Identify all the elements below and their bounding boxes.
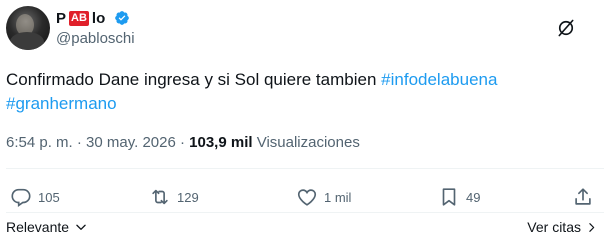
sort-label: Relevante [6, 219, 70, 235]
repost-count: 129 [177, 189, 199, 205]
share-icon [575, 188, 591, 205]
verified-icon [115, 11, 130, 25]
sort-dropdown[interactable]: Relevante [6, 219, 88, 235]
replies-toolbar: Relevante Ver citas [6, 219, 604, 241]
bookmark-button[interactable]: 49 [438, 183, 480, 211]
hashtag-link[interactable]: #infodelabuena [381, 70, 497, 89]
share-button[interactable] [572, 183, 594, 211]
bookmark-icon [442, 188, 456, 206]
divider [6, 212, 604, 213]
views-count: 103,9 mil [189, 134, 253, 151]
tweet-header: P AB lo @pabloschi [6, 6, 604, 50]
like-button[interactable]: 1 mil [296, 183, 351, 211]
author-name[interactable]: P AB lo [56, 8, 130, 28]
repost-button[interactable]: 129 [149, 183, 199, 211]
avatar[interactable] [6, 6, 50, 50]
author-handle[interactable]: @pabloschi [56, 30, 135, 47]
tweet-body: Confirmado Dane ingresa y si Sol quiere … [6, 70, 377, 89]
reply-button[interactable]: 105 [10, 183, 60, 211]
reply-icon [11, 188, 31, 208]
author-name-badge: AB [69, 10, 89, 26]
tweet-timestamp[interactable]: 6:54 p. m. · 30 may. 2026 · [6, 134, 189, 151]
action-bar: 105 129 1 mil 49 [6, 183, 604, 211]
divider [6, 168, 604, 169]
hashtag-link[interactable]: #granhermano [6, 94, 117, 113]
repost-icon [152, 189, 168, 205]
bookmark-count: 49 [466, 189, 481, 205]
chevron-down-icon [76, 224, 86, 230]
view-quotes-link[interactable]: Ver citas [527, 219, 598, 235]
author-name-suffix: lo [91, 9, 106, 27]
author-name-prefix: P [56, 9, 67, 27]
like-icon [297, 189, 317, 206]
like-count: 1 mil [324, 189, 352, 205]
grok-icon[interactable] [556, 18, 576, 38]
chevron-right-icon [589, 222, 595, 232]
tweet-text: Confirmado Dane ingresa y si Sol quiere … [6, 68, 604, 116]
tweet-meta: 6:54 p. m. · 30 may. 2026 · 103,9 mil Vi… [6, 134, 360, 151]
view-quotes-label: Ver citas [527, 219, 581, 235]
avatar-body [10, 32, 44, 50]
reply-count: 105 [38, 189, 60, 205]
views-label: Visualizaciones [256, 134, 360, 151]
